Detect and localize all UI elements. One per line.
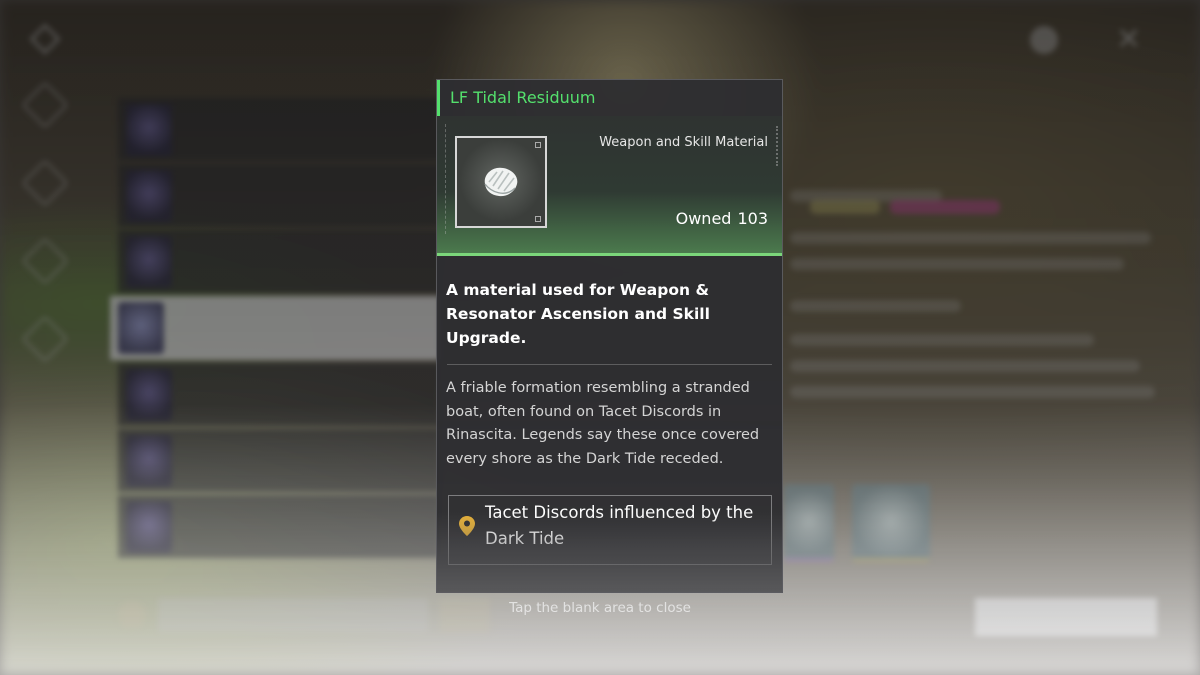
item-banner: Weapon and Skill Material Owned 103 [437, 116, 782, 256]
item-source-label: Tacet Discords influenced by the Dark Ti… [485, 503, 754, 548]
decorative-ticks [445, 124, 449, 234]
owned-value: 103 [737, 209, 768, 228]
item-lore-description: A friable formation resembling a strande… [446, 380, 760, 467]
item-detail-panel: LF Tidal Residuum Weapon and Skill Mater… [436, 79, 783, 593]
item-source-entry[interactable]: Tacet Discords influenced by the Dark Ti… [448, 495, 772, 565]
item-icon-frame [455, 136, 547, 228]
close-hint: Tap the blank area to close [509, 600, 691, 616]
owned-count: Owned 103 [676, 209, 768, 228]
owned-label: Owned [675, 209, 732, 228]
scroll-indicator [775, 126, 778, 166]
location-pin-icon [459, 516, 475, 536]
shell-residuum-icon [484, 167, 518, 197]
item-type-label: Weapon and Skill Material [599, 135, 768, 150]
item-usage-description: A material used for Weapon & Resonator A… [446, 281, 710, 347]
item-name: LF Tidal Residuum [437, 80, 782, 116]
